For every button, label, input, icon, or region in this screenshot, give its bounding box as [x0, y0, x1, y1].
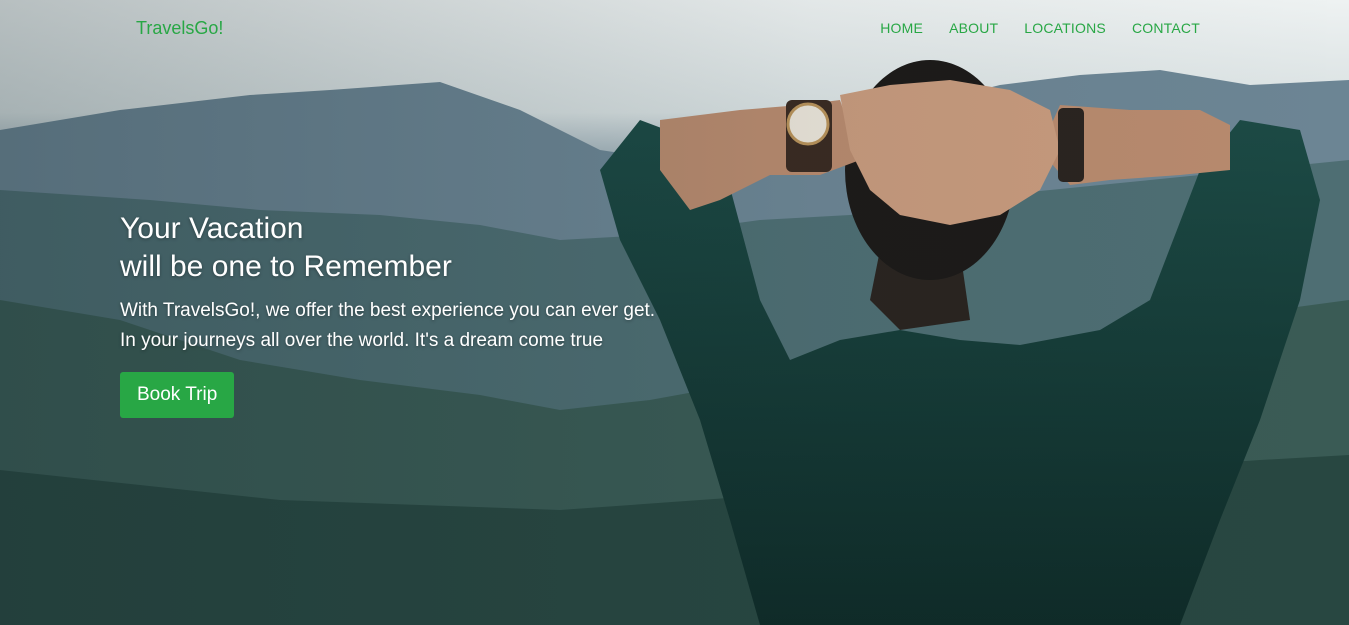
navbar: TravelsGo! HOME ABOUT LOCATIONS CONTACT	[0, 0, 1349, 60]
hero-subtitle-line1: With TravelsGo!, we offer the best exper…	[120, 300, 656, 321]
hero-subtitle-line2: In your journeys all over the world. It'…	[120, 330, 604, 351]
hero-content: Your Vacation will be one to Remember Wi…	[120, 210, 655, 418]
hero-title-line1: Your Vacation	[120, 212, 304, 245]
nav-link-home[interactable]: HOME	[880, 20, 923, 36]
nav-link-locations[interactable]: LOCATIONS	[1024, 20, 1106, 36]
hero-title: Your Vacation will be one to Remember	[120, 210, 655, 286]
nav-links: HOME ABOUT LOCATIONS CONTACT	[880, 20, 1200, 36]
hero-title-line2: will be one to Remember	[120, 250, 452, 283]
hero-section: TravelsGo! HOME ABOUT LOCATIONS CONTACT …	[0, 0, 1349, 625]
brand-logo-link[interactable]: TravelsGo!	[136, 18, 223, 39]
book-trip-button[interactable]: Book Trip	[120, 372, 235, 418]
nav-link-contact[interactable]: CONTACT	[1132, 20, 1200, 36]
nav-link-about[interactable]: ABOUT	[949, 20, 998, 36]
hero-subtitle: With TravelsGo!, we offer the best exper…	[120, 296, 655, 356]
